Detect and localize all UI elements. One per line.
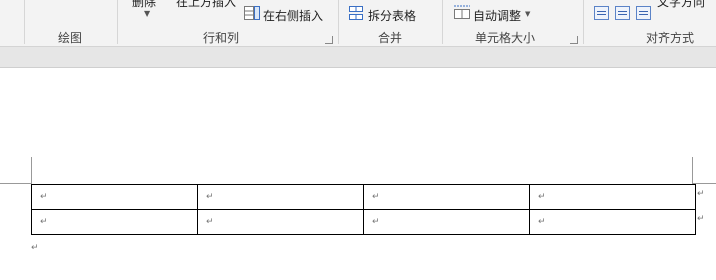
paragraph-mark: ↵ — [206, 192, 214, 202]
group-label-align: 对齐方式 — [646, 31, 695, 45]
ribbon: 删除 ▼ 在上方插入 在右侧插入 拆分表格 自动调整 ▼ 文字方向 绘图 行和列… — [0, 0, 716, 47]
group-separator — [442, 0, 443, 44]
paragraph-mark: ↵ — [538, 192, 546, 202]
table-cell[interactable]: ↵ — [363, 209, 530, 235]
table-cell[interactable]: ↵ — [529, 209, 696, 235]
group-separator — [338, 0, 339, 44]
table-cell[interactable]: ↵ — [363, 184, 530, 210]
ruler-strip — [0, 47, 716, 68]
chevron-down-icon[interactable]: ▼ — [144, 9, 150, 18]
group-separator — [117, 0, 118, 44]
split-table-button[interactable]: 拆分表格 — [368, 7, 416, 24]
insert-right-icon[interactable] — [244, 6, 260, 23]
group-label-rows-cols: 行和列 — [203, 31, 240, 45]
table-cell[interactable]: ↵ — [31, 184, 198, 210]
table-row: ↵ ↵ ↵ ↵ — [31, 184, 696, 210]
autofit-icon[interactable] — [453, 4, 471, 23]
row-end-mark: ↵ — [697, 189, 705, 199]
group-separator — [583, 0, 584, 44]
chevron-down-icon[interactable]: ▼ — [525, 10, 530, 18]
table-cell[interactable]: ↵ — [529, 184, 696, 210]
paragraph-mark: ↵ — [538, 217, 546, 227]
split-table-icon[interactable] — [349, 6, 363, 23]
paragraph-mark: ↵ — [40, 192, 48, 202]
paragraph-mark: ↵ — [372, 192, 380, 202]
align-top-left-icon[interactable] — [594, 6, 609, 20]
paragraph-mark: ↵ — [31, 243, 39, 253]
paragraph-mark: ↵ — [206, 217, 214, 227]
group-label-merge: 合并 — [378, 31, 403, 45]
insert-right-button[interactable]: 在右侧插入 — [263, 7, 323, 24]
crop-mark — [31, 157, 32, 184]
group-label-draw: 绘图 — [58, 31, 83, 45]
table-cell[interactable]: ↵ — [197, 184, 364, 210]
text-direction-button[interactable]: 文字方向 — [657, 0, 705, 10]
table-row: ↵ ↵ ↵ ↵ — [31, 209, 696, 235]
crop-mark — [0, 183, 31, 184]
document-table[interactable]: ↵ ↵ ↵ ↵ ↵ ↵ ↵ ↵ — [31, 184, 696, 235]
document-canvas[interactable] — [0, 68, 716, 280]
crop-mark — [693, 183, 716, 184]
autofit-button[interactable]: 自动调整 — [473, 7, 521, 24]
table-cell[interactable]: ↵ — [197, 209, 364, 235]
paragraph-mark: ↵ — [372, 217, 380, 227]
group-separator — [24, 0, 25, 44]
insert-above-button[interactable]: 在上方插入 — [176, 0, 236, 10]
align-top-right-icon[interactable] — [636, 6, 651, 20]
dialog-launcher-icon[interactable] — [570, 36, 578, 44]
dialog-launcher-icon[interactable] — [325, 36, 333, 44]
table-cell[interactable]: ↵ — [31, 209, 198, 235]
row-end-mark: ↵ — [697, 214, 705, 224]
group-label-cell-size: 单元格大小 — [475, 31, 536, 45]
align-top-center-icon[interactable] — [615, 6, 630, 20]
crop-mark — [692, 157, 693, 184]
paragraph-mark: ↵ — [40, 217, 48, 227]
